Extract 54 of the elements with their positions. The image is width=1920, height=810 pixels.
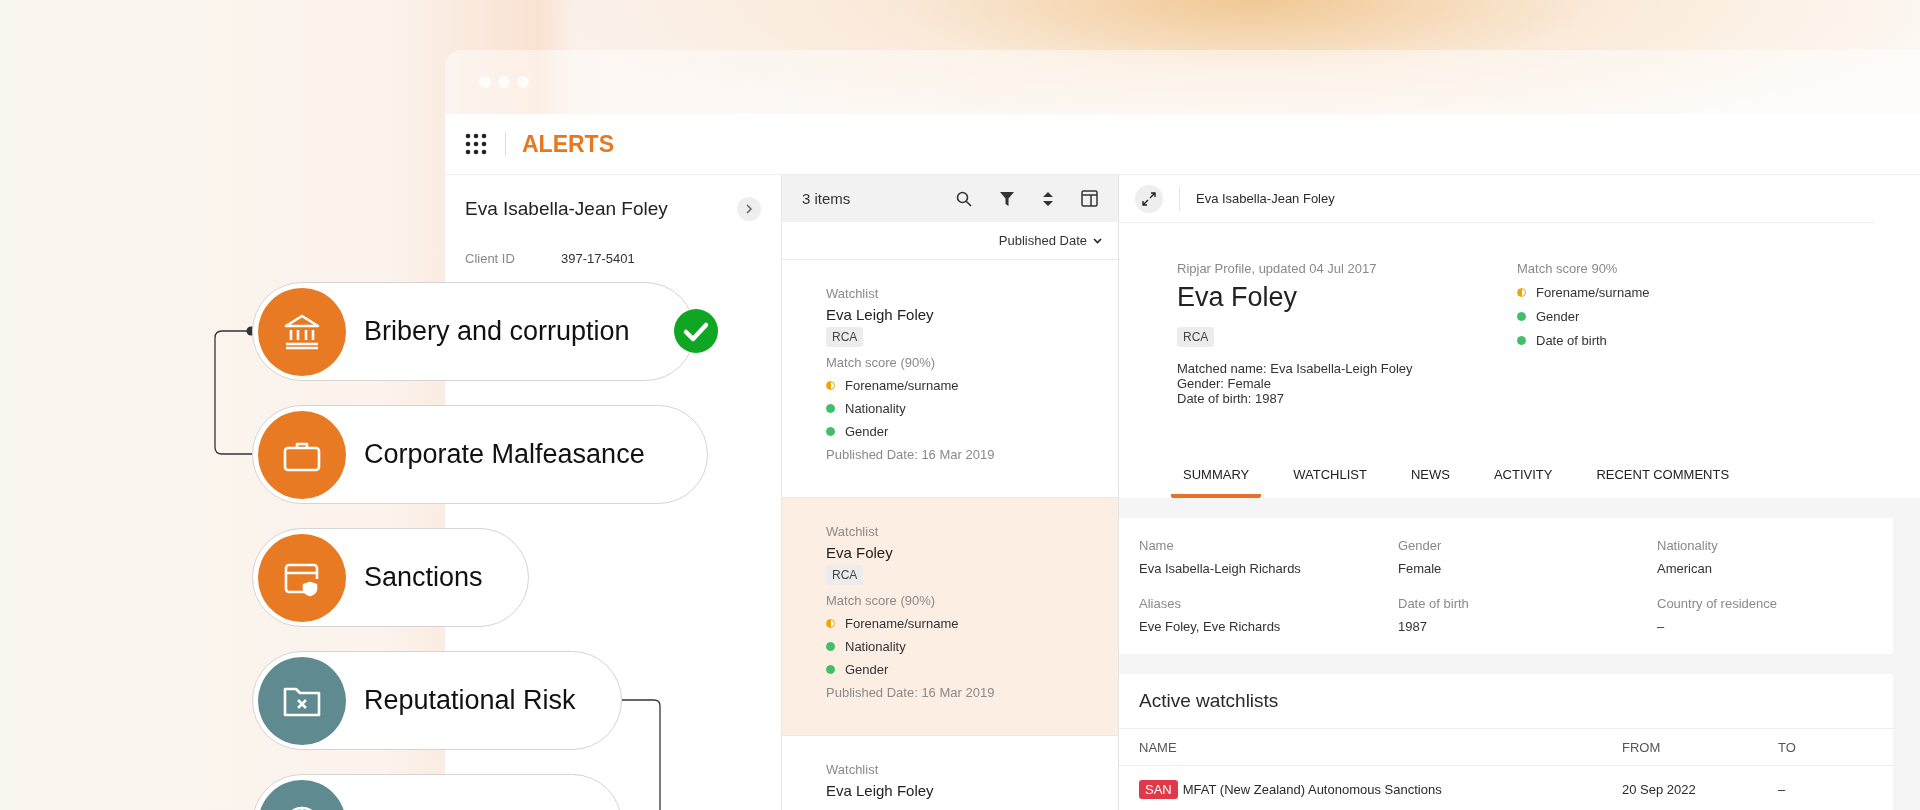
match-criterion: Date of birth — [1536, 333, 1607, 348]
sanction-badge: SAN — [1139, 779, 1178, 799]
table-cell: MFAT (New Zealand) Autonomous Sanctions — [1182, 781, 1442, 797]
category-pill: Sanctions — [252, 528, 529, 627]
table-cell: – — [1778, 781, 1786, 797]
category-pill: Corporate Malfeasance — [252, 405, 708, 504]
match-score: Match score 90% — [1517, 261, 1618, 276]
field-label: Date of birth — [1398, 596, 1470, 611]
profile-source: Ripjar Profile, updated 04 Jul 2017 — [1177, 261, 1377, 276]
client-name: Eva Isabella-Jean Foley — [465, 198, 668, 220]
field-value: Eve Foley, Eve Richards — [1139, 619, 1282, 634]
filter-icon[interactable] — [999, 190, 1015, 207]
alert-list-item[interactable]: Watchlist Eva Foley RCA Match score (90%) Forename/surname Nationality Gender Published Date: 16 Mar 2019 — [782, 498, 1118, 736]
matched-detail: Matched name: Eva Isabella-Leigh Foley — [1177, 361, 1413, 376]
field-label: Client ID — [465, 251, 516, 266]
field-label: Nationality — [1657, 538, 1719, 553]
field-value: Eva Isabella-Leigh Richards — [1139, 561, 1302, 576]
item-count: 3 items — [802, 190, 851, 207]
match-criterion: Forename/surname — [1536, 285, 1650, 300]
chevron-icon — [745, 204, 753, 214]
field-label: Country of residence — [1657, 596, 1778, 611]
caret-icon — [1093, 237, 1102, 244]
field-label: Aliases — [1139, 596, 1182, 611]
category-pill: Reputational Risk — [252, 651, 622, 750]
tab[interactable]: RECENT COMMENTS — [1584, 457, 1742, 498]
field-label: Name — [1139, 538, 1175, 553]
matched-detail: Gender: Female — [1177, 376, 1272, 391]
app-title: ALERTS — [522, 130, 614, 158]
app-grid-icon[interactable] — [465, 133, 487, 155]
column-header: TO — [1778, 739, 1796, 755]
search-icon[interactable] — [956, 190, 972, 207]
field-value: 1987 — [1398, 619, 1428, 634]
card-title: Active watchlists — [1119, 674, 1893, 729]
expand-arrows-icon — [1142, 191, 1156, 206]
expand-button[interactable] — [1135, 184, 1163, 213]
sort-dropdown[interactable]: Published Date — [992, 232, 1108, 249]
field-label: Gender — [1398, 538, 1443, 553]
match-criterion: Gender — [1536, 309, 1580, 324]
profile-name: Eva Foley — [1177, 282, 1298, 313]
table-cell-text: 20 Sep 2022 — [1622, 781, 1697, 797]
column-header: FROM — [1622, 739, 1662, 755]
sort-icon[interactable] — [1042, 190, 1054, 207]
layout-icon[interactable] — [1081, 190, 1098, 207]
profile-tag: RCA — [1177, 327, 1215, 347]
field-value: – — [1657, 619, 1666, 634]
tab[interactable]: NEWS — [1398, 457, 1462, 498]
tab[interactable]: WATCHLIST — [1281, 457, 1379, 498]
column-header: NAME — [1139, 739, 1178, 755]
tab[interactable]: ACTIVITY — [1481, 457, 1565, 498]
profile-header-name: Eva Isabella-Jean Foley — [1196, 191, 1335, 206]
field-value: American — [1657, 561, 1713, 576]
field-value: Female — [1398, 561, 1443, 576]
matched-detail: Date of birth: 1987 — [1177, 391, 1285, 406]
field-value: 397-17-5401 — [561, 251, 635, 266]
